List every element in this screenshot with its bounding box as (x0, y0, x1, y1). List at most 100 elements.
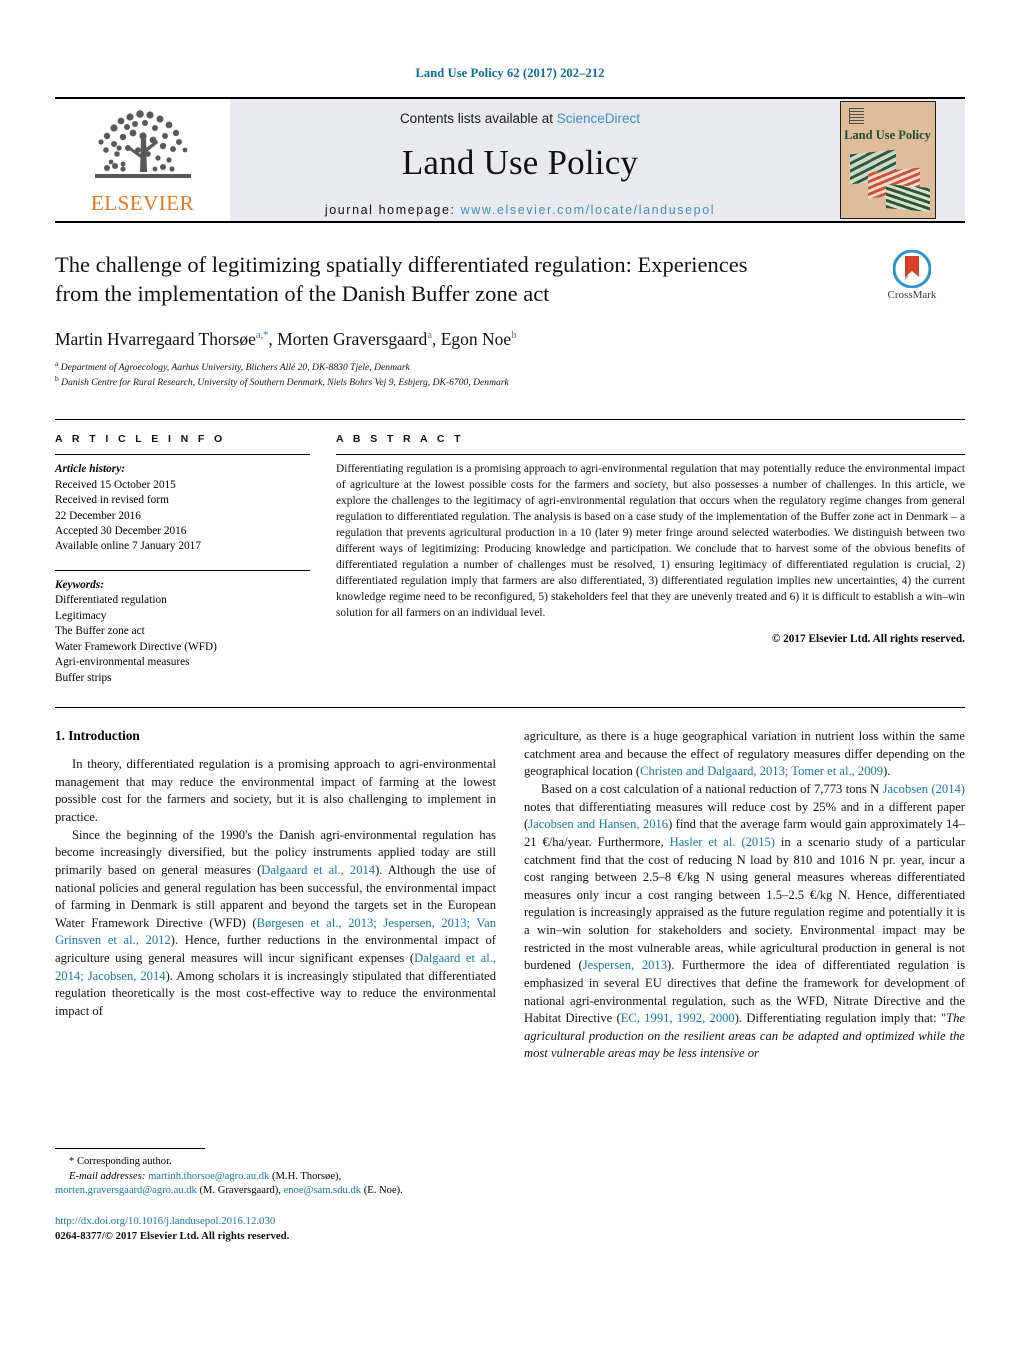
email-label: E-mail addresses: (69, 1170, 146, 1182)
paragraph-text: In theory, differentiated regulation is … (55, 757, 496, 825)
history-line: Available online 7 January 2017 (55, 540, 201, 553)
journal-homepage-line: journal homepage: www.elsevier.com/locat… (325, 203, 715, 217)
paragraph: In theory, differentiated regulation is … (55, 756, 496, 827)
affiliation-mark: a (55, 358, 59, 368)
abstract-text: Differentiating regulation is a promisin… (336, 463, 965, 619)
email-addresses-line: E-mail addresses: martinh.thorsoe@agro.a… (55, 1170, 475, 1185)
crossmark-badge[interactable]: CrossMark (859, 250, 965, 301)
body-columns: 1. Introduction In theory, differentiate… (55, 728, 965, 1063)
homepage-url-link[interactable]: www.elsevier.com/locate/landusepol (461, 203, 716, 217)
keywords-rule (55, 569, 310, 571)
author-affiliation-mark: a,* (255, 329, 269, 341)
affiliation-text: Danish Centre for Rural Research, Univer… (61, 377, 509, 389)
abstract-heading: A B S T R A C T (336, 433, 464, 446)
journal-masthead: ELSEVIER Contents lists available at Sci… (55, 97, 965, 223)
history-line: 22 December 2016 (55, 509, 141, 522)
cover-title: Land Use Policy (844, 128, 931, 142)
paragraph-text: ). Differentiating regulation imply that… (734, 1011, 947, 1026)
title-block: The challenge of legitimizing spatially … (55, 250, 965, 390)
citation-link[interactable]: Jespersen, 2013 (583, 958, 667, 972)
citation-link[interactable]: EC, 1991, 1992, 2000 (621, 1011, 735, 1025)
paragraph-text: Based on a cost calculation of a nationa… (541, 782, 883, 797)
history-line: Received 15 October 2015 (55, 478, 176, 491)
keyword-item: Agri-environmental measures (55, 656, 190, 669)
keywords-heading: Keywords: (55, 578, 104, 591)
keyword-item: Differentiated regulation (55, 594, 167, 607)
author-name: Martin Hvarregaard Thorsøe (55, 328, 256, 349)
article-info-column: A R T I C L E I N F O Article history: R… (55, 433, 310, 686)
footnote-rule (55, 1148, 205, 1149)
abstract-rule (336, 454, 965, 456)
sciencedirect-link[interactable]: ScienceDirect (557, 111, 640, 126)
journal-title: Land Use Policy (401, 143, 639, 182)
citation-link[interactable]: Christen and Dalgaard, 2013; Tomer et al… (640, 764, 883, 778)
elsevier-wordmark: ELSEVIER (90, 191, 195, 215)
history-line: Accepted 30 December 2016 (55, 524, 187, 537)
affiliation-mark: b (55, 374, 59, 384)
cover-photo-3 (885, 184, 930, 212)
citation-link[interactable]: Hasler et al. (2015) (670, 835, 775, 849)
paragraph: Since the beginning of the 1990's the Da… (55, 827, 496, 1021)
author-name: Morten Graversgaard (277, 328, 428, 349)
author-affiliation-mark: b (511, 329, 517, 341)
citation-link[interactable]: Jacobsen and Hansen, 2016 (528, 817, 668, 831)
article-history-group: Article history: Received 15 October 201… (55, 462, 310, 555)
email-owner: (M.H. Thorsøe), (269, 1170, 342, 1182)
author-affiliation-mark: a (427, 329, 432, 341)
journal-article-page: Land Use Policy 62 (2017) 202–212 ELSEVI… (0, 0, 1020, 1351)
citation-link[interactable]: Dalgaard et al., 2014 (261, 863, 375, 877)
body-column-left: 1. Introduction In theory, differentiate… (55, 728, 496, 1063)
article-history-heading: Article history: (55, 463, 125, 476)
history-line: Received in revised form (55, 494, 169, 507)
email-link[interactable]: enoe@sam.sdu.dk (284, 1185, 361, 1196)
section-heading-introduction: 1. Introduction (55, 728, 140, 744)
affiliation-text: Department of Agroecology, Aarhus Univer… (60, 361, 410, 373)
email-owner: (M. Graversgaard), (196, 1185, 284, 1197)
affiliation-list: a Department of Agroecology, Aarhus Univ… (55, 359, 965, 391)
homepage-prefix: journal homepage: (324, 203, 461, 217)
affiliation-item: a Department of Agroecology, Aarhus Univ… (55, 359, 965, 375)
info-abstract-columns: A R T I C L E I N F O Article history: R… (55, 420, 965, 686)
journal-cover-thumbnail: Land Use Policy (839, 101, 936, 219)
email-link[interactable]: martinh.thorsoe@agro.au.dk (148, 1171, 269, 1182)
running-head: Land Use Policy 62 (2017) 202–212 (415, 66, 605, 80)
keyword-item: Buffer strips (55, 671, 112, 684)
contents-prefix: Contents lists available at (399, 111, 557, 126)
page-title: The challenge of legitimizing spatially … (55, 252, 748, 307)
keyword-item: Legitimacy (55, 609, 107, 622)
elsevier-tree-icon (94, 110, 191, 178)
keywords-group: Keywords: Differentiated regulation Legi… (55, 578, 310, 686)
doi-link[interactable]: http://dx.doi.org/10.1016/j.landusepol.2… (55, 1214, 475, 1230)
paragraph-text: in a scenario study of a particular catc… (524, 834, 966, 973)
affiliation-item: b Danish Centre for Rural Research, Univ… (55, 374, 965, 390)
email-addresses-line-2: morten.graversgaard@agro.au.dk (M. Grave… (55, 1184, 475, 1199)
paragraph-text: ). (883, 764, 891, 779)
crossmark-icon (893, 250, 931, 288)
article-info-heading: A R T I C L E I N F O (55, 433, 226, 446)
author-name: Egon Noe (440, 328, 512, 349)
masthead-center: Contents lists available at ScienceDirec… (230, 99, 810, 221)
keyword-item: Water Framework Directive (WFD) (55, 640, 217, 653)
body-column-right: agriculture, as there is a huge geograph… (524, 728, 965, 1063)
corresponding-author-note: * Corresponding author. (69, 1156, 172, 1167)
abstract-copyright: © 2017 Elsevier Ltd. All rights reserved… (771, 632, 965, 645)
citation-link[interactable]: Jacobsen (2014) (883, 782, 965, 796)
paragraph: Based on a cost calculation of a nationa… (524, 781, 965, 1063)
crossmark-label: CrossMark (887, 289, 937, 301)
author-list: Martin Hvarregaard Thorsøea,*, Morten Gr… (55, 328, 517, 349)
journal-cover-block: Land Use Policy (810, 99, 965, 221)
email-link[interactable]: morten.graversgaard@agro.au.dk (55, 1185, 197, 1196)
contents-available-line: Contents lists available at ScienceDirec… (400, 111, 640, 126)
doi-block: http://dx.doi.org/10.1016/j.landusepol.2… (55, 1214, 475, 1245)
elsevier-logo: ELSEVIER (84, 106, 202, 214)
body-section-divider (55, 707, 965, 709)
issn-copyright-line: 0264-8377/© 2017 Elsevier Ltd. All right… (55, 1230, 290, 1243)
keyword-item: The Buffer zone act (55, 625, 145, 638)
elsevier-logo-block: ELSEVIER (55, 99, 230, 221)
abstract-column: A B S T R A C T Differentiating regulati… (336, 433, 965, 686)
cover-elsevier-mark-icon (848, 108, 864, 124)
email-owner: (E. Noe). (361, 1185, 403, 1197)
paragraph-continued: agriculture, as there is a huge geograph… (524, 728, 965, 781)
article-info-rule (55, 454, 310, 456)
